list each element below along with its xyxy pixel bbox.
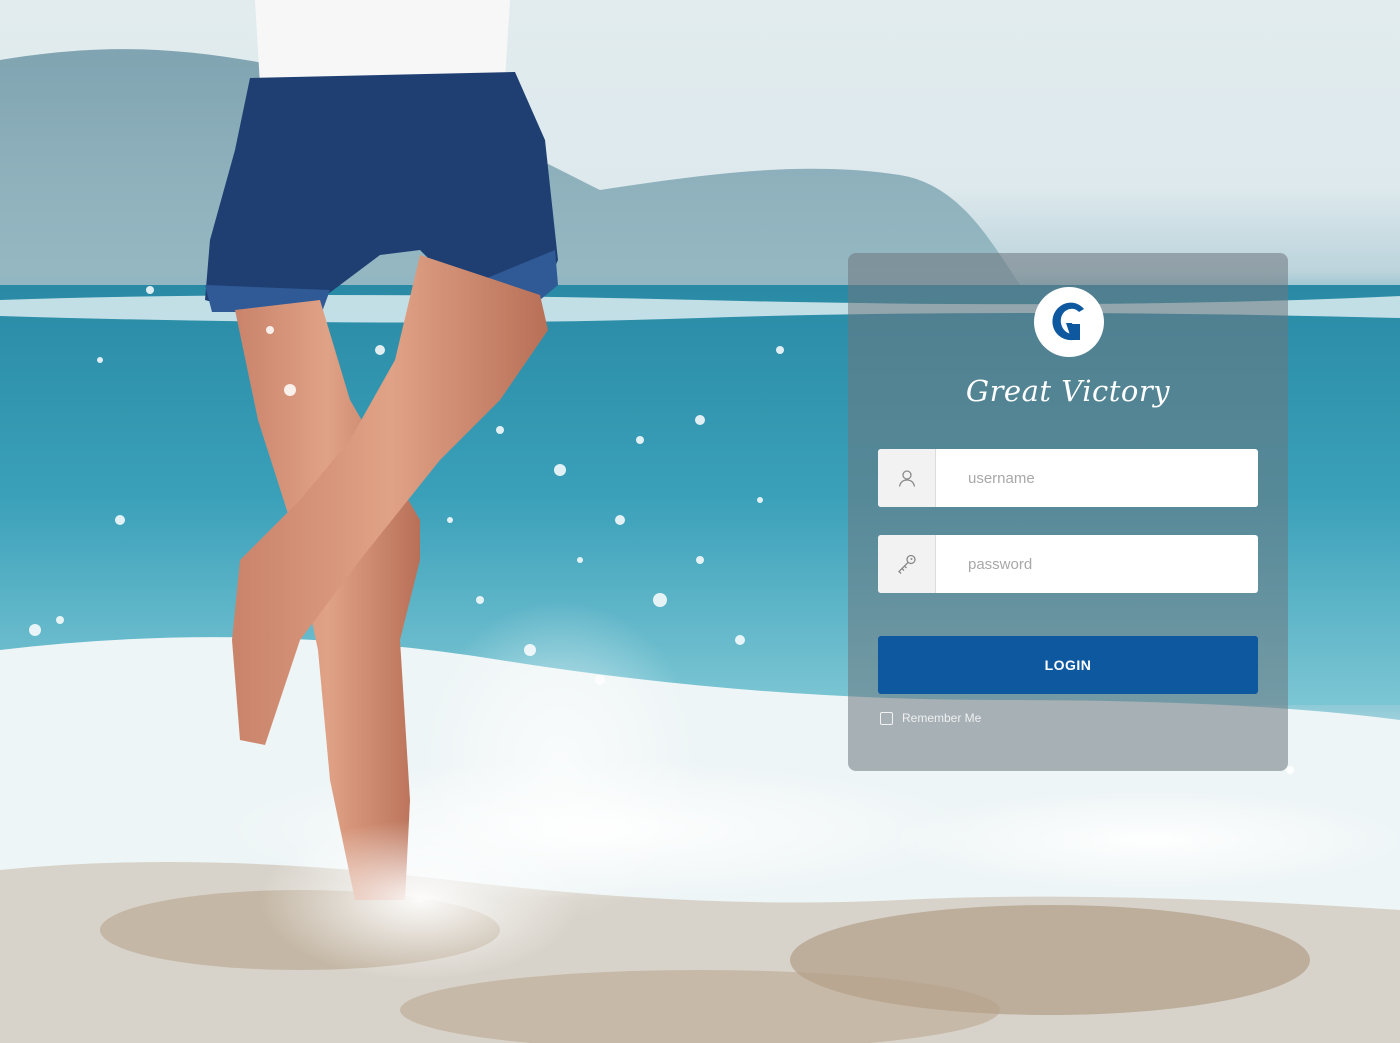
username-input[interactable] xyxy=(936,449,1258,507)
username-field xyxy=(878,449,1258,507)
password-field xyxy=(878,535,1258,593)
password-input[interactable] xyxy=(936,535,1258,593)
user-icon xyxy=(878,449,936,507)
remember-me-label[interactable]: Remember Me xyxy=(902,711,981,725)
brand-name: Great Victory xyxy=(965,374,1171,408)
remember-me-checkbox[interactable] xyxy=(880,711,893,725)
login-card: Great Victory LOGIN R xyxy=(848,253,1288,771)
login-page: Great Victory LOGIN R xyxy=(0,0,1400,1043)
key-icon xyxy=(878,535,936,593)
remember-me[interactable]: Remember Me xyxy=(880,711,981,725)
logo xyxy=(1034,287,1104,357)
g-logo-icon xyxy=(1052,302,1084,341)
login-button[interactable]: LOGIN xyxy=(878,636,1258,694)
